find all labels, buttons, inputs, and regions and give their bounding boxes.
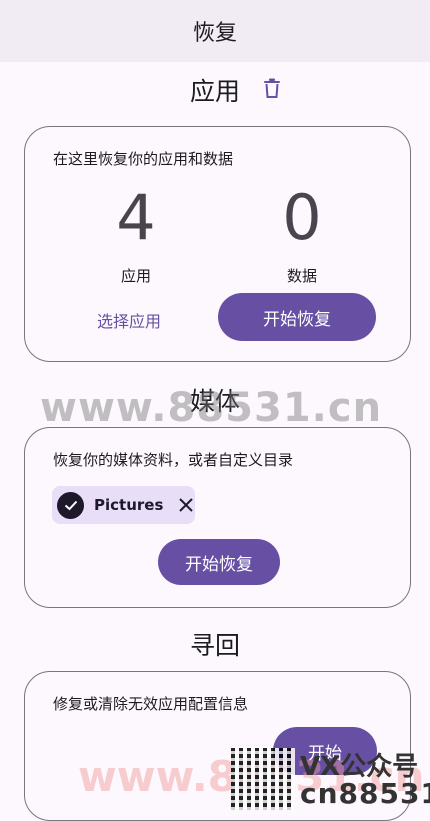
- apps-section-title: 应用: [189, 77, 240, 106]
- apps-stat: 4 应用: [76, 187, 196, 286]
- data-count: 0: [282, 181, 322, 254]
- watermark-text: www.88531.cn: [40, 385, 383, 431]
- apps-section-header: 应用: [0, 70, 430, 110]
- apps-card: 在这里恢复你的应用和数据 4 应用 0 数据 选择应用 开始恢复: [24, 126, 411, 362]
- watermark-side-bottom: cn88531: [300, 777, 430, 810]
- apps-start-restore-button[interactable]: 开始恢复: [218, 293, 376, 341]
- media-start-restore-button[interactable]: 开始恢复: [158, 539, 280, 585]
- pictures-chip-label: Pictures: [94, 496, 164, 514]
- data-count-label: 数据: [286, 267, 317, 285]
- qr-code: [231, 748, 295, 810]
- retrieve-description: 修复或清除无效应用配置信息: [53, 695, 249, 713]
- page-title: 恢复: [192, 21, 237, 46]
- trash-icon[interactable]: [263, 78, 281, 98]
- pictures-chip[interactable]: Pictures: [52, 486, 195, 524]
- top-app-bar: 恢复: [0, 0, 430, 62]
- data-stat: 0 数据: [242, 187, 362, 286]
- retrieve-section-header: 寻回: [0, 624, 430, 664]
- watermark-side: VX公众号 cn88531: [300, 754, 430, 808]
- close-icon[interactable]: [178, 497, 194, 513]
- retrieve-section-title: 寻回: [189, 631, 240, 660]
- media-description: 恢复你的媒体资料，或者自定义目录: [53, 451, 294, 469]
- check-icon: [57, 491, 84, 519]
- apps-count: 4: [116, 181, 156, 254]
- select-apps-button[interactable]: 选择应用: [97, 308, 161, 332]
- apps-count-label: 应用: [120, 267, 151, 285]
- media-card: 恢复你的媒体资料，或者自定义目录 Pictures 开始恢复: [24, 427, 411, 608]
- apps-description: 在这里恢复你的应用和数据: [53, 150, 234, 168]
